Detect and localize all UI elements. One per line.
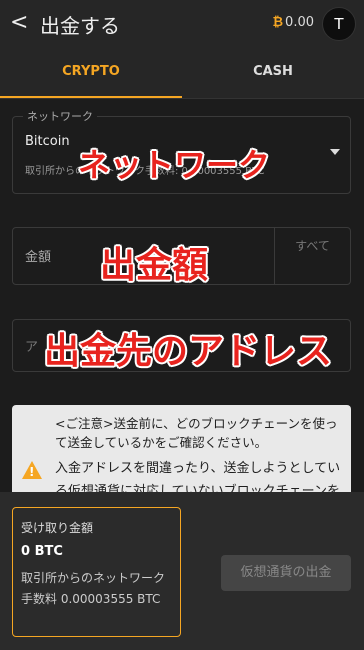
warning-icon-mark: !	[29, 465, 35, 479]
receive-amount-box: 受け取り金額 0 BTC 取引所からのネットワーク手数料 0.00003555 …	[12, 507, 181, 637]
tab-bar: CRYPTO CASH	[0, 46, 364, 99]
notice-paragraph-1: <ご注意>送金前に、どのブロックチェーンを使って送金しているかをご確認ください。	[55, 416, 338, 450]
back-button[interactable]: <	[10, 10, 28, 35]
top-bar: < 出金する ₿ 0.00 T	[0, 0, 364, 46]
balance-display[interactable]: ₿ 0.00	[272, 14, 314, 30]
amount-annotation: 出金額	[100, 245, 209, 286]
network-coin: Bitcoin	[25, 134, 70, 149]
chevron-down-icon	[330, 149, 340, 155]
tab-crypto[interactable]: CRYPTO	[0, 46, 182, 98]
address-label: ア	[25, 340, 39, 355]
receive-value: 0 BTC	[21, 544, 63, 559]
page-title: 出金する	[40, 14, 120, 38]
crypto-withdraw-button[interactable]: 仮想通貨の出金	[221, 555, 351, 591]
bitcoin-icon: ₿	[272, 15, 284, 30]
balance-value: 0.00	[285, 15, 314, 30]
receive-fee-text: 取引所からのネットワーク手数料 0.00003555 BTC	[21, 571, 166, 606]
avatar[interactable]: T	[322, 7, 356, 41]
caution-notice: ! <ご注意>送金前に、どのブロックチェーンを使って送金しているかをご確認くださ…	[12, 405, 351, 505]
receive-label: 受け取り金額	[21, 521, 94, 535]
network-legend: ネットワーク	[23, 108, 97, 124]
address-annotation: 出金先のアドレス	[44, 331, 333, 372]
bottom-panel: 受け取り金額 0 BTC 取引所からのネットワーク手数料 0.00003555 …	[0, 492, 364, 650]
tab-cash[interactable]: CASH	[182, 46, 364, 98]
amount-label: 金額	[25, 250, 52, 265]
withdraw-all-button[interactable]: すべて	[274, 228, 350, 284]
network-annotation: ネットワーク	[78, 146, 271, 184]
